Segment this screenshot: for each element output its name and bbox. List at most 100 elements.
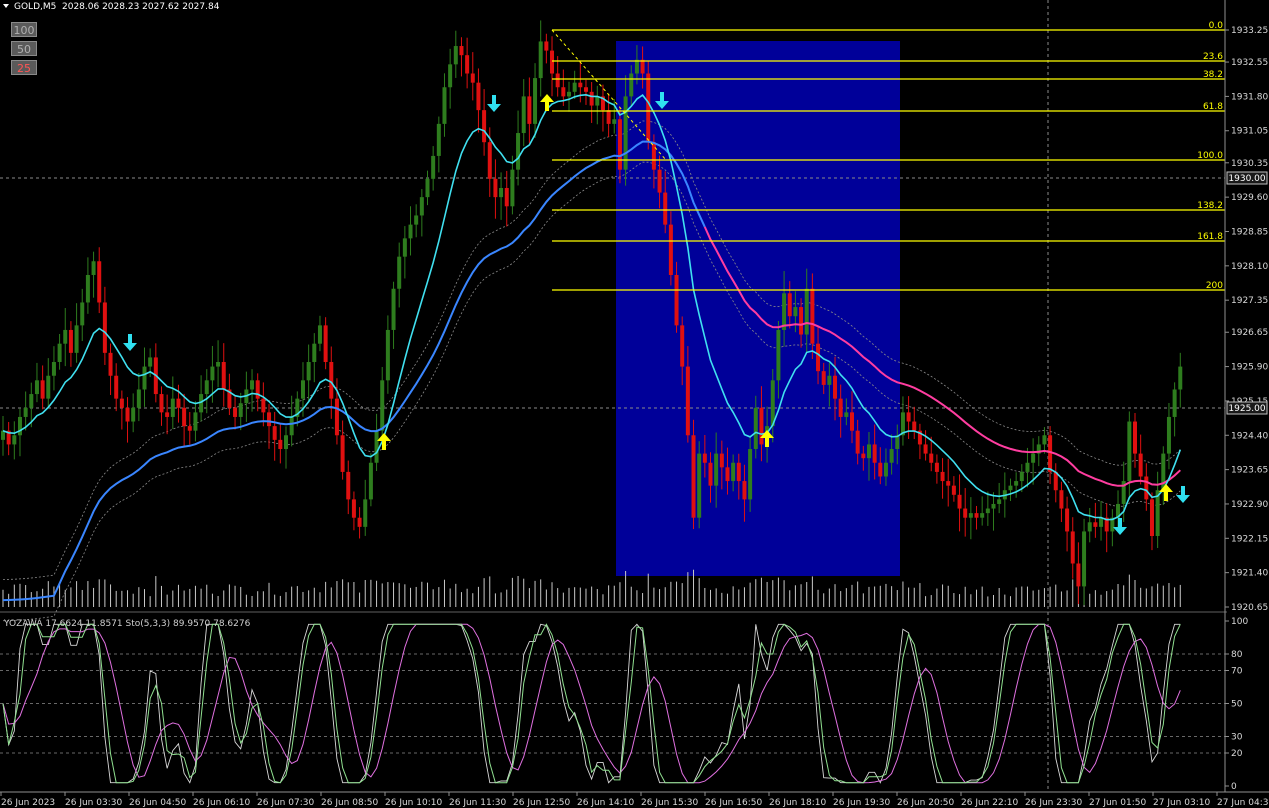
candle-body — [351, 499, 356, 518]
candle-body — [527, 96, 532, 124]
oscillator-tick-label: 80 — [1231, 650, 1243, 660]
candle-body — [510, 169, 515, 207]
candle-body — [951, 485, 956, 495]
candle-body — [1166, 416, 1171, 454]
candle-body — [1014, 481, 1019, 486]
candle-body — [499, 187, 504, 198]
candle-body — [889, 449, 894, 463]
candle-body — [221, 362, 226, 390]
candle-body — [799, 307, 804, 335]
candle-body — [623, 96, 628, 170]
candle-body — [538, 41, 543, 79]
candle-body — [736, 462, 741, 482]
fib-label-200: 200 — [1206, 281, 1223, 291]
candle-body — [300, 380, 305, 399]
candle-body — [306, 362, 311, 381]
candle-body — [216, 362, 221, 367]
candle-body — [714, 453, 719, 486]
candle-body — [1099, 517, 1104, 527]
candle-body — [1093, 522, 1098, 527]
oscillator-tick-label: 70 — [1231, 667, 1243, 677]
time-tick-label: 26 Jun 19:30 — [833, 798, 890, 808]
candle-body — [187, 426, 192, 431]
candle-body — [516, 133, 521, 170]
candle-body — [476, 82, 481, 111]
candle-body — [1133, 421, 1137, 454]
candle-body — [465, 55, 470, 74]
candle-body — [1025, 462, 1030, 472]
candle-body — [1178, 366, 1183, 390]
candle-body — [1144, 476, 1149, 500]
candle-body — [233, 407, 238, 417]
time-tick-label: 26 Jun 22:10 — [961, 798, 1018, 808]
candle-body — [912, 421, 917, 431]
candle-body — [142, 366, 147, 390]
oscillator-axis: 100 80 70 50 30 20 0 — [1225, 617, 1248, 792]
chart-canvas[interactable]: 0.0 23.6 38.2 61.8 100.0 138.2 161.8 200… — [0, 0, 1269, 808]
candle-body — [272, 426, 277, 440]
candle-body — [555, 73, 560, 88]
candle-body — [368, 462, 373, 500]
price-tick-label: 1921.40 — [1231, 569, 1268, 579]
candle-body — [346, 471, 351, 500]
zoom-100-button[interactable]: 100 — [11, 22, 37, 37]
candle-body — [1138, 453, 1143, 477]
candle-body — [204, 380, 209, 395]
candle-body — [431, 155, 436, 179]
candle-body — [787, 293, 792, 317]
candle-body — [238, 403, 243, 417]
time-tick-label: 26 Jun 23:30 — [1025, 798, 1082, 808]
svg-text:1925.00: 1925.00 — [1228, 404, 1265, 414]
candle-body — [114, 375, 119, 399]
candle-body — [1019, 471, 1024, 482]
fib-label-0: 0.0 — [1209, 21, 1224, 31]
symbol-label: GOLD,M5 — [14, 2, 56, 12]
candle-body — [210, 366, 215, 381]
candle-body — [176, 398, 181, 408]
svg-text:1930.00: 1930.00 — [1228, 174, 1265, 184]
candle-body — [589, 91, 594, 106]
candle-body — [606, 110, 611, 124]
buy-arrow-icon — [540, 94, 554, 111]
price-tick-label: 1929.60 — [1231, 193, 1268, 203]
candle-body — [1008, 485, 1013, 491]
candle-body — [940, 471, 945, 482]
ma-envelope-bands — [2, 120, 1181, 622]
time-tick-label: 26 Jun 03:30 — [65, 798, 122, 808]
candle-body — [1172, 389, 1177, 417]
candle-body — [985, 508, 990, 514]
zoom-25-button[interactable]: 25 — [11, 60, 37, 75]
candle-body — [159, 394, 164, 413]
candle-body — [63, 329, 68, 344]
price-tick-label: 1922.15 — [1231, 534, 1268, 544]
price-tick-label: 1928.10 — [1231, 262, 1268, 272]
candle-body — [397, 256, 402, 289]
candle-body — [278, 439, 283, 450]
oscillator-tick-label: 100 — [1231, 617, 1248, 627]
price-tick-label: 1930.35 — [1231, 159, 1268, 169]
candle-body — [436, 123, 441, 156]
candle-body — [793, 307, 798, 317]
oscillator-grid — [0, 653, 1225, 754]
time-tick-label: 26 Jun 06:10 — [193, 798, 250, 808]
price-tick-label: 1928.85 — [1231, 227, 1268, 237]
candle-body — [742, 481, 747, 500]
time-tick-label: 26 Jun 15:30 — [641, 798, 698, 808]
candle-body — [646, 73, 651, 143]
price-tick-label: 1926.65 — [1231, 328, 1268, 338]
sell-arrow-icon — [1113, 518, 1127, 535]
candle-body — [408, 224, 413, 239]
candle-body — [125, 407, 130, 422]
candle-body — [634, 59, 639, 74]
candle-body — [680, 325, 685, 367]
fib-label-38-2: 38.2 — [1203, 70, 1223, 80]
candle-body — [453, 46, 458, 65]
candle-body — [1059, 490, 1064, 509]
zoom-50-button[interactable]: 50 — [11, 41, 37, 56]
candle-body — [136, 389, 141, 408]
candle-body — [1082, 531, 1087, 587]
candle-body — [51, 362, 56, 376]
candle-body — [182, 407, 187, 427]
candle-body — [80, 302, 85, 326]
fib-label-100: 100.0 — [1197, 151, 1223, 161]
